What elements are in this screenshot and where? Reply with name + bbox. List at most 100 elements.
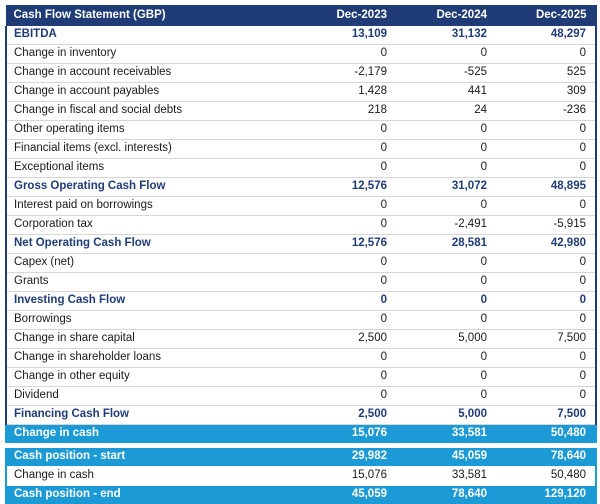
row-value: 0	[496, 121, 596, 140]
row-value: -525	[396, 64, 496, 83]
row-value: 0	[296, 387, 396, 406]
row-value: 50,480	[496, 425, 596, 444]
table-row: Financial items (excl. interests)000	[6, 140, 596, 159]
row-value: 7,500	[496, 406, 596, 425]
table-row: Change in shareholder loans000	[6, 349, 596, 368]
row-label: Cash position - end	[6, 486, 296, 504]
row-value: 0	[396, 387, 496, 406]
row-label: Cash position - start	[6, 448, 296, 467]
row-label: Investing Cash Flow	[6, 292, 296, 311]
row-value: 0	[496, 292, 596, 311]
row-label: Change in fiscal and social debts	[6, 102, 296, 121]
table-row: Exceptional items000	[6, 159, 596, 178]
table-row: Financing Cash Flow2,5005,0007,500	[6, 406, 596, 425]
row-label: EBITDA	[6, 26, 296, 45]
row-value: 12,576	[296, 235, 396, 254]
row-value: 0	[396, 121, 496, 140]
row-label: Financing Cash Flow	[6, 406, 296, 425]
row-value: 12,576	[296, 178, 396, 197]
row-value: -2,179	[296, 64, 396, 83]
table-body: EBITDA13,10931,13248,297Change in invent…	[6, 26, 596, 443]
row-value: 48,895	[496, 178, 596, 197]
row-label: Dividend	[6, 387, 296, 406]
row-value: 2,500	[296, 406, 396, 425]
row-value: 0	[496, 197, 596, 216]
row-value: 0	[396, 292, 496, 311]
row-value: -5,915	[496, 216, 596, 235]
row-label: Gross Operating Cash Flow	[6, 178, 296, 197]
table-row: Capex (net)000	[6, 254, 596, 273]
row-label: Change in other equity	[6, 368, 296, 387]
row-value: 31,132	[396, 26, 496, 45]
row-value: 78,640	[396, 486, 496, 504]
row-value: 1,428	[296, 83, 396, 102]
row-value: 0	[296, 349, 396, 368]
row-value: 0	[296, 159, 396, 178]
row-label: Grants	[6, 273, 296, 292]
row-value: 129,120	[496, 486, 596, 504]
row-label: Net Operating Cash Flow	[6, 235, 296, 254]
cash-flow-statement: Cash Flow Statement (GBP) Dec-2023 Dec-2…	[5, 5, 595, 504]
row-value: 45,059	[296, 486, 396, 504]
row-value: 0	[296, 216, 396, 235]
row-label: Corporation tax	[6, 216, 296, 235]
column-header-2: Dec-2025	[496, 5, 596, 26]
table-row: Change in cash15,07633,58150,480	[6, 467, 596, 486]
row-value: 0	[296, 311, 396, 330]
row-value: 0	[296, 197, 396, 216]
row-label: Capex (net)	[6, 254, 296, 273]
row-value: 0	[396, 197, 496, 216]
row-value: 0	[396, 159, 496, 178]
row-value: 0	[296, 45, 396, 64]
row-value: 5,000	[396, 330, 496, 349]
row-value: 33,581	[396, 467, 496, 486]
row-value: -2,491	[396, 216, 496, 235]
row-value: 29,982	[296, 448, 396, 467]
row-value: 0	[396, 311, 496, 330]
table-header-row: Cash Flow Statement (GBP) Dec-2023 Dec-2…	[6, 5, 596, 26]
row-label: Change in inventory	[6, 45, 296, 64]
row-value: 33,581	[396, 425, 496, 444]
table-row: Borrowings000	[6, 311, 596, 330]
row-value: 0	[496, 45, 596, 64]
row-value: 0	[396, 368, 496, 387]
row-value: 31,072	[396, 178, 496, 197]
table-row: Grants000	[6, 273, 596, 292]
row-value: 218	[296, 102, 396, 121]
row-value: 0	[496, 368, 596, 387]
row-label: Change in share capital	[6, 330, 296, 349]
row-label: Change in account receivables	[6, 64, 296, 83]
row-value: 0	[496, 159, 596, 178]
row-value: 0	[396, 273, 496, 292]
column-header-0: Dec-2023	[296, 5, 396, 26]
cash-position-table: Cash position - start29,98245,05978,640C…	[5, 448, 597, 504]
row-value: 309	[496, 83, 596, 102]
column-header-1: Dec-2024	[396, 5, 496, 26]
row-value: 0	[496, 273, 596, 292]
row-label: Other operating items	[6, 121, 296, 140]
table-row: Net Operating Cash Flow12,57628,58142,98…	[6, 235, 596, 254]
row-value: 48,297	[496, 26, 596, 45]
row-value: 45,059	[396, 448, 496, 467]
row-value: 24	[396, 102, 496, 121]
table-row: Change in cash15,07633,58150,480	[6, 425, 596, 444]
row-value: 0	[496, 254, 596, 273]
row-value: 0	[396, 254, 496, 273]
cash-flow-table: Cash Flow Statement (GBP) Dec-2023 Dec-2…	[5, 5, 597, 443]
table-row: Cash position - end45,05978,640129,120	[6, 486, 596, 504]
table-row: Change in account receivables-2,179-5255…	[6, 64, 596, 83]
table-row: Cash position - start29,98245,05978,640	[6, 448, 596, 467]
row-label: Change in shareholder loans	[6, 349, 296, 368]
row-value: 441	[396, 83, 496, 102]
table-row: Change in inventory000	[6, 45, 596, 64]
row-value: 0	[396, 45, 496, 64]
table-row: Gross Operating Cash Flow12,57631,07248,…	[6, 178, 596, 197]
row-label: Change in cash	[6, 425, 296, 444]
row-value: 7,500	[496, 330, 596, 349]
table-row: Interest paid on borrowings000	[6, 197, 596, 216]
table-row: Change in account payables1,428441309	[6, 83, 596, 102]
table-row: Other operating items000	[6, 121, 596, 140]
row-value: 5,000	[396, 406, 496, 425]
row-value: 2,500	[296, 330, 396, 349]
row-label: Borrowings	[6, 311, 296, 330]
